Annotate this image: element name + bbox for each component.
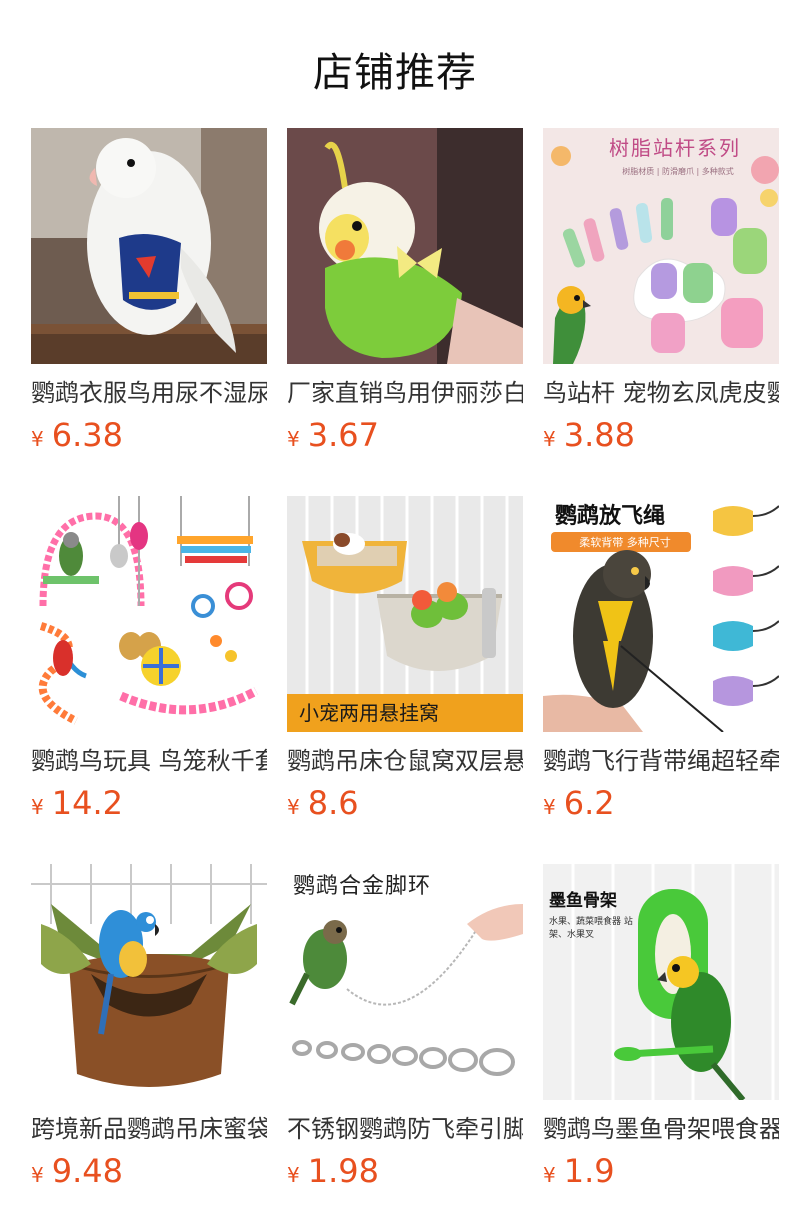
product-card[interactable]: 跨境新品鹦鹉吊床蜜袋鼯 ¥ 9.48 [31, 864, 267, 1192]
product-price: ¥ 6.38 [31, 416, 267, 456]
resin-perch-photo-icon [543, 128, 779, 364]
product-card[interactable]: 墨鱼骨架 水果、蔬菜喂食器 站架、水果叉 鹦鹉鸟墨鱼骨架喂食器 ¥ 1.9 [543, 864, 779, 1192]
product-card[interactable]: 树脂站杆系列 树脂材质 | 防滑磨爪 | 多种款式 鸟站杆 宠物玄凤虎皮鹦鹉 ¥… [543, 128, 779, 456]
product-card[interactable]: 鹦鹉衣服鸟用尿不湿尿布 ¥ 6.38 [31, 128, 267, 456]
currency-symbol: ¥ [287, 795, 300, 819]
product-card[interactable]: 小宠两用悬挂窝 鹦鹉吊床仓鼠窝双层悬挂 ¥ 8.6 [287, 496, 523, 824]
image-subcaption: 水果、蔬菜喂食器 站架、水果叉 [549, 917, 633, 940]
product-image[interactable]: 小宠两用悬挂窝 [287, 496, 523, 732]
product-title[interactable]: 鸟站杆 宠物玄凤虎皮鹦鹉 [543, 376, 779, 410]
price-value: 3.88 [563, 416, 635, 454]
price-value: 6.38 [51, 416, 123, 454]
image-banner-text: 小宠两用悬挂窝 [299, 701, 439, 725]
product-image[interactable]: 墨鱼骨架 水果、蔬菜喂食器 站架、水果叉 [543, 864, 779, 1100]
product-image[interactable] [31, 128, 267, 364]
image-caption: 树脂站杆系列 [609, 136, 741, 160]
product-image[interactable]: 鹦鹉合金脚环 [287, 864, 523, 1100]
product-price: ¥ 14.2 [31, 784, 267, 824]
product-price: ¥ 6.2 [543, 784, 779, 824]
currency-symbol: ¥ [287, 1163, 300, 1187]
price-value: 6.2 [563, 784, 615, 822]
price-value: 3.67 [307, 416, 379, 454]
product-card[interactable]: 鹦鹉合金脚环 不锈钢鹦鹉防飞牵引脚环 ¥ 1.98 [287, 864, 523, 1192]
product-title[interactable]: 厂家直销鸟用伊丽莎白圈 [287, 376, 523, 410]
currency-symbol: ¥ [543, 427, 556, 451]
parrot-diaper-photo-icon [31, 128, 267, 364]
image-subcaption: 柔软背带 多种尺寸 [579, 536, 671, 549]
section-header: 店铺推荐 [0, 0, 790, 128]
currency-symbol: ¥ [543, 1163, 556, 1187]
currency-symbol: ¥ [31, 427, 44, 451]
bird-toys-photo-icon [31, 496, 267, 732]
product-image[interactable] [31, 864, 267, 1100]
currency-symbol: ¥ [31, 1163, 44, 1187]
product-card[interactable]: 鹦鹉放飞绳 柔软背带 多种尺寸 鹦鹉飞行背带绳超轻牵引 ¥ 6.2 [543, 496, 779, 824]
product-title[interactable]: 鹦鹉飞行背带绳超轻牵引 [543, 744, 779, 778]
page-title: 店铺推荐 [313, 50, 477, 96]
image-caption: 鹦鹉放飞绳 [555, 504, 666, 529]
parrot-hammock-photo-icon [31, 864, 267, 1100]
product-image[interactable]: 鹦鹉放飞绳 柔软背带 多种尺寸 [543, 496, 779, 732]
currency-symbol: ¥ [31, 795, 44, 819]
cockatiel-green-collar-photo-icon [287, 128, 523, 364]
price-value: 1.9 [563, 1152, 615, 1190]
product-card[interactable]: 鹦鹉鸟玩具 鸟笼秋千套装 ¥ 14.2 [31, 496, 267, 824]
product-price: ¥ 1.98 [287, 1152, 523, 1192]
product-price: ¥ 3.67 [287, 416, 523, 456]
currency-symbol: ¥ [543, 795, 556, 819]
price-value: 1.98 [307, 1152, 379, 1190]
product-title[interactable]: 不锈钢鹦鹉防飞牵引脚环 [287, 1112, 523, 1146]
price-value: 9.48 [51, 1152, 123, 1190]
product-price: ¥ 8.6 [287, 784, 523, 824]
product-title[interactable]: 鹦鹉鸟玩具 鸟笼秋千套装 [31, 744, 267, 778]
product-title[interactable]: 鹦鹉衣服鸟用尿不湿尿布 [31, 376, 267, 410]
image-subcaption: 树脂材质 | 防滑磨爪 | 多种款式 [622, 167, 734, 176]
product-image[interactable] [287, 128, 523, 364]
image-caption: 墨鱼骨架 [549, 891, 617, 911]
price-value: 14.2 [51, 784, 123, 822]
product-title[interactable]: 鹦鹉鸟墨鱼骨架喂食器 [543, 1112, 779, 1146]
product-card[interactable]: 厂家直销鸟用伊丽莎白圈 ¥ 3.67 [287, 128, 523, 456]
product-price: ¥ 3.88 [543, 416, 779, 456]
product-title[interactable]: 鹦鹉吊床仓鼠窝双层悬挂 [287, 744, 523, 778]
currency-symbol: ¥ [287, 427, 300, 451]
flight-harness-photo-icon [543, 496, 779, 732]
product-price: ¥ 1.9 [543, 1152, 779, 1192]
product-title[interactable]: 跨境新品鹦鹉吊床蜜袋鼯 [31, 1112, 267, 1146]
product-price: ¥ 9.48 [31, 1152, 267, 1192]
price-value: 8.6 [307, 784, 359, 822]
image-caption: 鹦鹉合金脚环 [293, 874, 432, 899]
product-image[interactable] [31, 496, 267, 732]
product-image[interactable]: 树脂站杆系列 树脂材质 | 防滑磨爪 | 多种款式 [543, 128, 779, 364]
